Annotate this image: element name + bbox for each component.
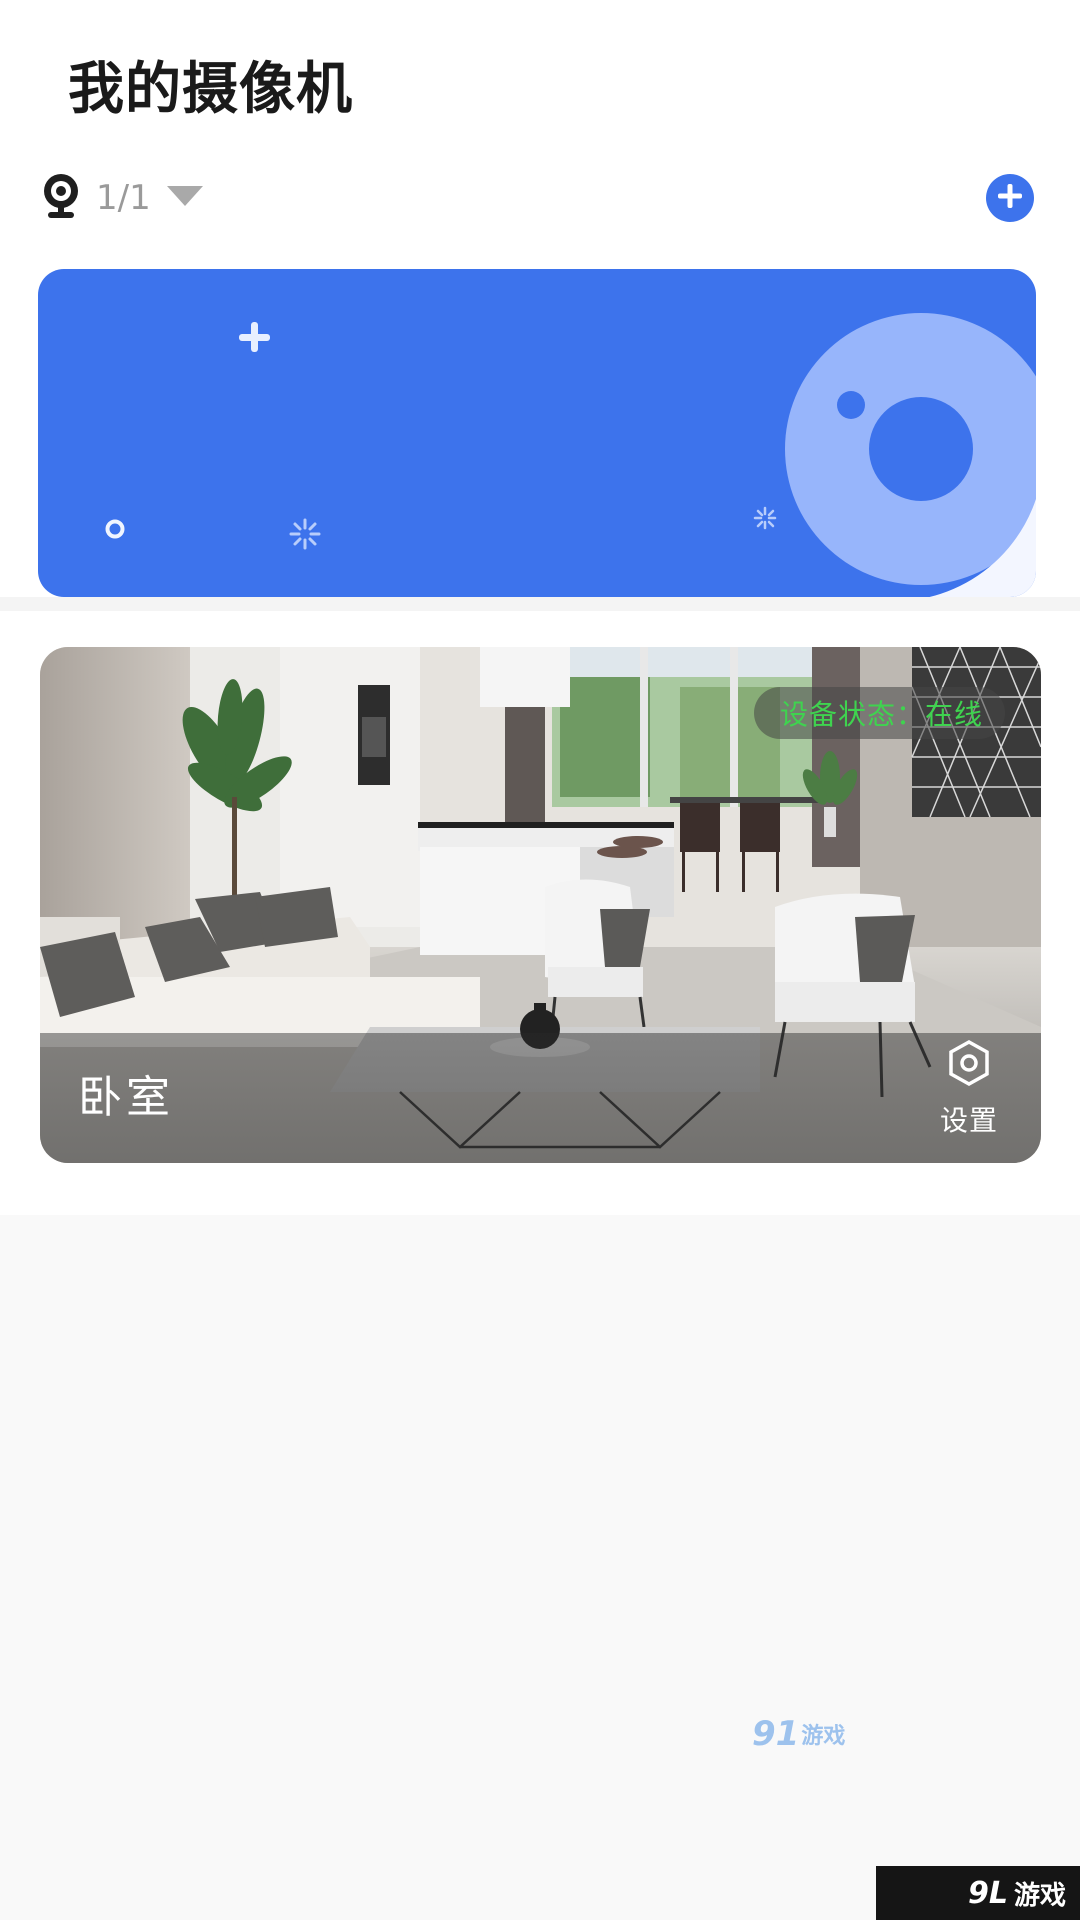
hexagon-gear-icon: [947, 1039, 991, 1091]
camera-card-bedroom[interactable]: 设备状态：在线 卧室 设置: [40, 647, 1041, 1163]
corner-badge-logo: 9L: [967, 1875, 1008, 1911]
banner-decoration: [105, 313, 1036, 597]
camera-count: 1/1: [96, 178, 151, 218]
section-divider: [0, 597, 1080, 611]
plus-icon: [996, 182, 1024, 214]
corner-badge-text: 游戏: [1013, 1880, 1066, 1911]
camera-card-footer: [40, 1033, 1041, 1163]
device-status-badge: 设备状态：在线: [753, 687, 1005, 739]
camera-settings-button[interactable]: 设置: [931, 1039, 1007, 1143]
page-title: 我的摄像机: [68, 57, 353, 122]
watermark-text: 游戏: [801, 1724, 846, 1749]
camera-selector[interactable]: 1/1: [40, 170, 205, 226]
watermark-logo: 91 游戏: [752, 1714, 845, 1754]
camera-name: 卧室: [78, 1072, 174, 1123]
settings-label: 设置: [939, 1104, 998, 1137]
webcam-icon: [40, 172, 82, 224]
add-camera-button[interactable]: [986, 174, 1034, 222]
add-device-banner[interactable]: [38, 269, 1036, 597]
watermark-logo-mark: 91: [752, 1714, 800, 1754]
corner-watermark-badge: 9L 游戏: [876, 1866, 1080, 1920]
triangle-down-icon[interactable]: [165, 183, 205, 213]
